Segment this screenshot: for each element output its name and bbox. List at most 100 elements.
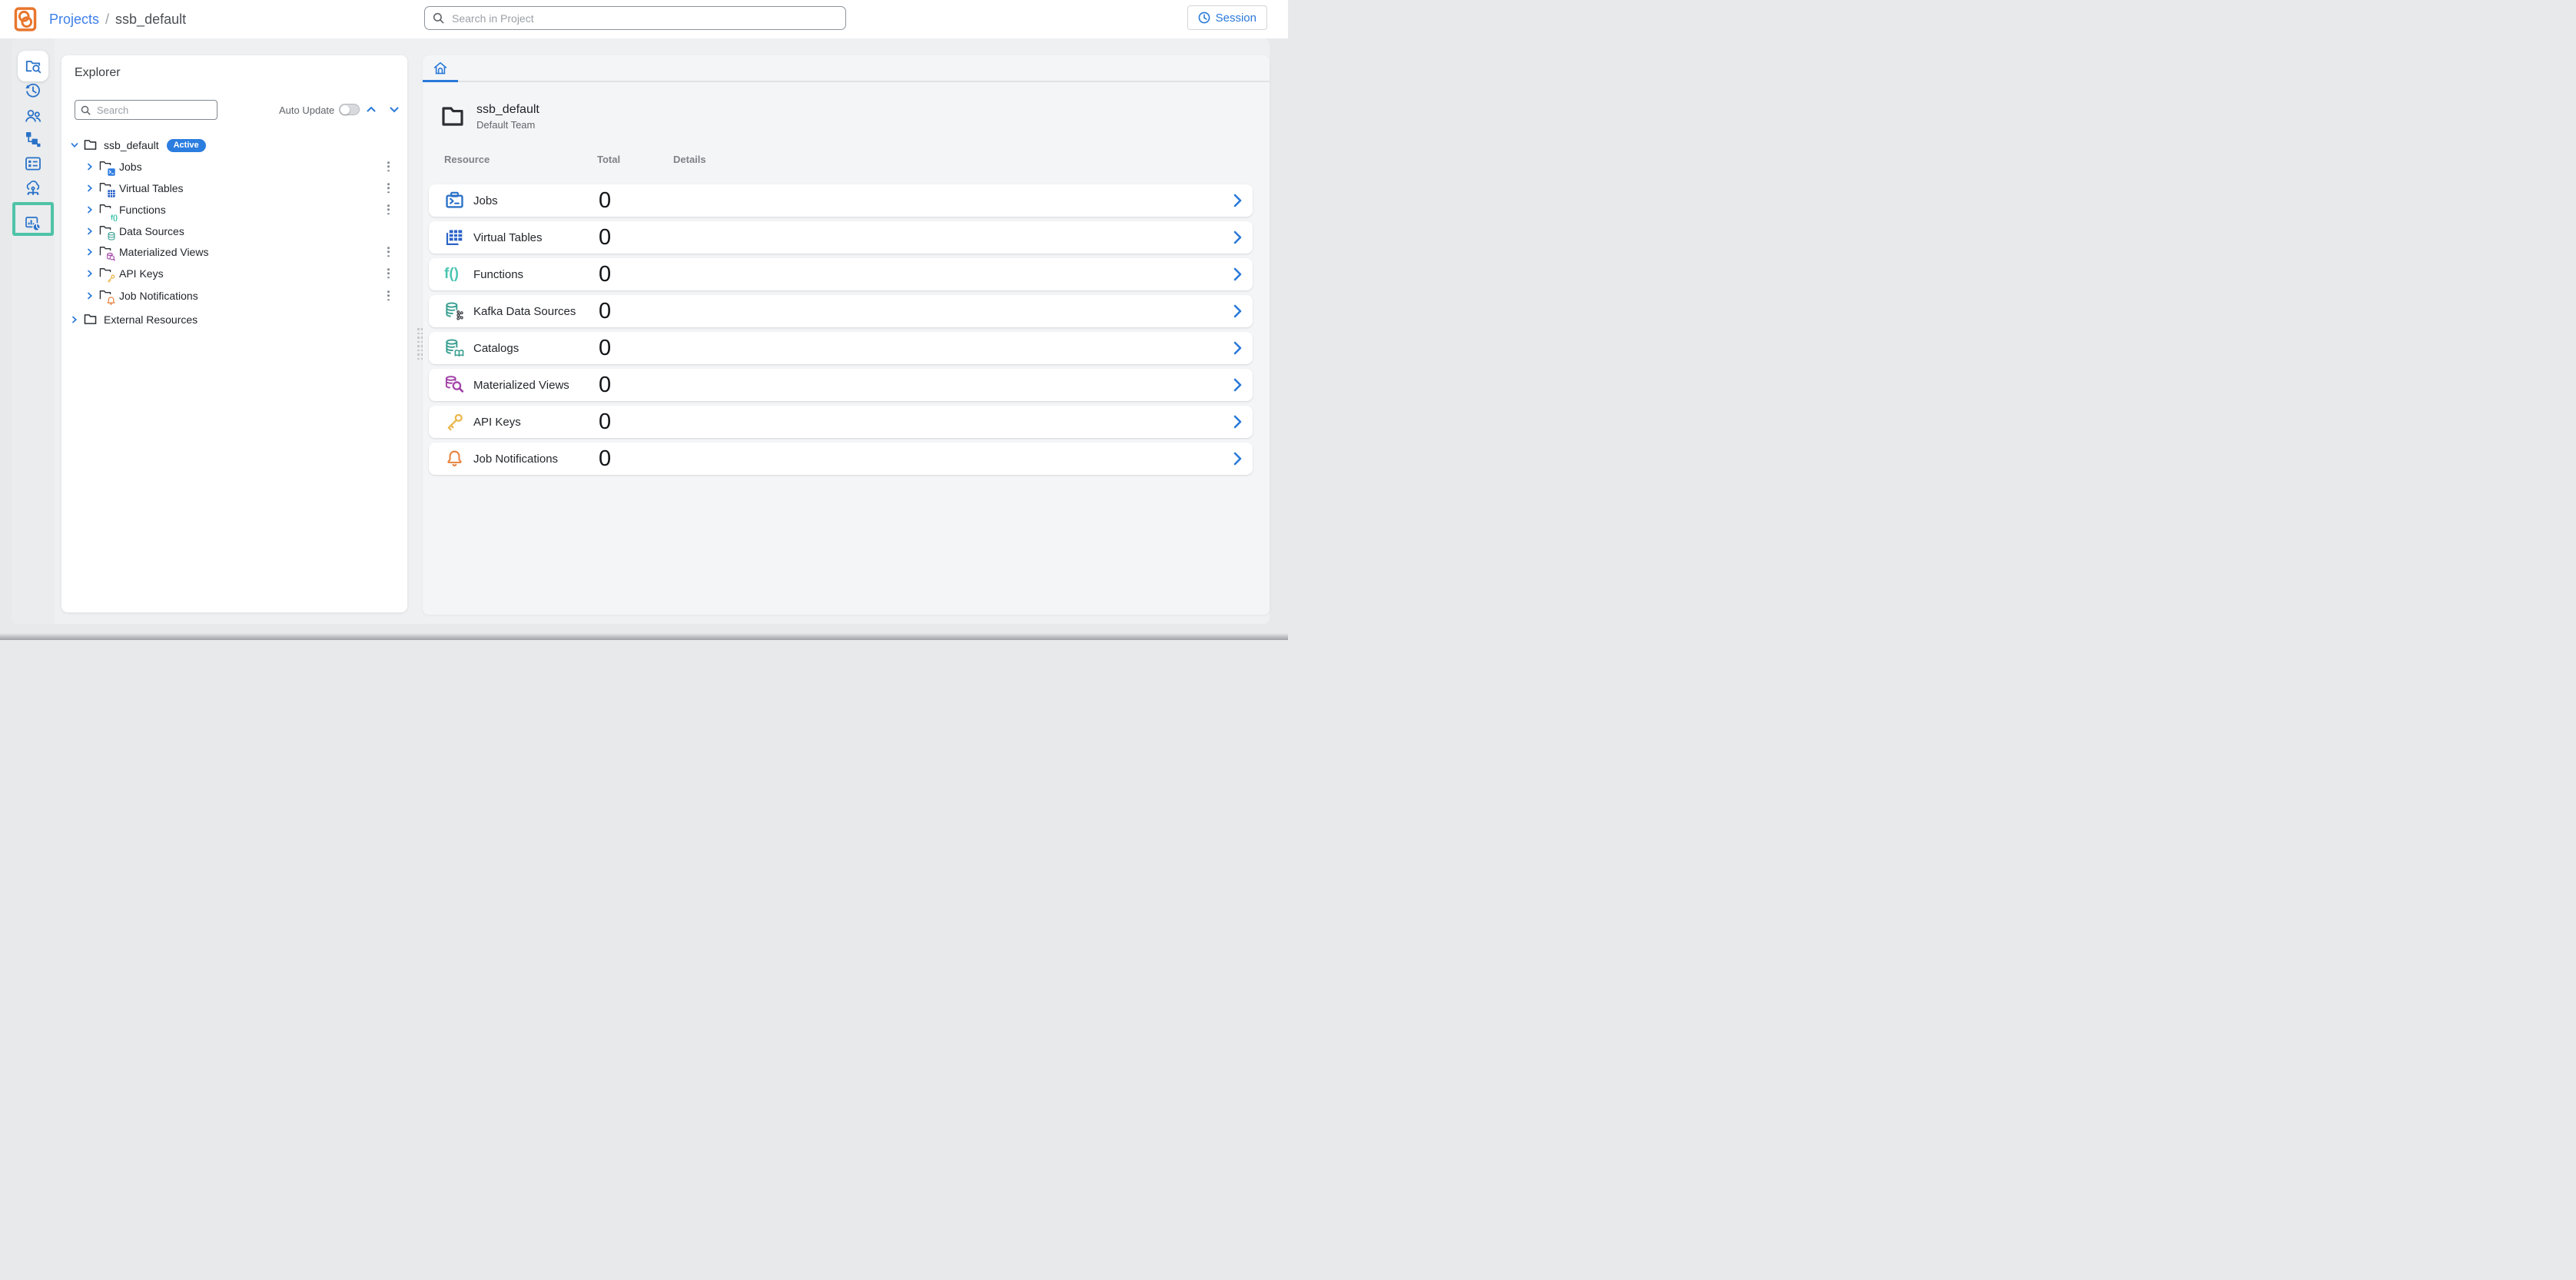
tree-item-label: Virtual Tables [119,182,184,194]
ssb-logo-icon[interactable] [13,7,38,32]
resource-row-functions[interactable]: f() Functions 0 [429,258,1253,290]
search-icon [433,12,444,24]
tree-item-virtual-tables[interactable]: Virtual Tables [61,178,407,198]
kebab-menu-icon[interactable] [383,159,393,174]
resource-label: Virtual Tables [473,231,543,244]
chevron-right-icon[interactable] [1233,267,1242,281]
chevron-right-icon[interactable] [1233,194,1242,207]
tree-item-materialized-views[interactable]: Materialized Views [61,242,407,262]
chevron-right-icon[interactable] [86,184,94,192]
tree-item-external-resources[interactable]: External Resources [61,310,407,330]
tree-item-data-sources[interactable]: Data Sources [61,221,407,241]
kebab-menu-icon[interactable] [383,202,393,217]
tab-home[interactable] [423,55,458,81]
catalogs-icon [444,338,465,358]
data-sources-folder-icon [99,225,113,237]
clock-icon [1198,12,1210,24]
chevron-right-icon[interactable] [86,270,94,277]
explorer-title: Explorer [75,66,121,80]
active-status-badge: Active [167,139,206,152]
main-panel: ssb_default Default Team Resource Total … [423,55,1270,615]
chevron-right-icon[interactable] [86,248,94,256]
resource-row-materialized-views[interactable]: Materialized Views 0 [429,369,1253,401]
tree-item-label: Jobs [119,161,142,173]
breadcrumb: Projects / ssb_default [49,0,186,38]
kafka-data-sources-icon [444,301,465,321]
expand-down-button[interactable] [389,104,400,114]
chevron-right-icon[interactable] [1233,341,1242,355]
tree-item-api-keys[interactable]: API Keys [61,264,407,284]
folder-icon [84,313,98,326]
kebab-menu-icon[interactable] [383,288,393,303]
project-name: ssb_default [476,103,539,117]
column-header-total: Total [597,154,620,165]
explorer-panel: Explorer Auto Update [61,55,407,612]
tree-item-label: Data Sources [119,225,184,237]
tree-item-label: ssb_default [104,139,159,151]
folder-icon [84,139,98,151]
project-search-box [424,6,846,30]
chevron-right-icon[interactable] [1233,230,1242,244]
functions-folder-icon: f() [99,204,113,216]
column-header-details: Details [673,154,706,165]
resource-total: 0 [599,443,611,475]
tree-item-project-root[interactable]: ssb_default Active [61,135,407,155]
chevron-right-icon[interactable] [86,227,94,235]
resource-row-api-keys[interactable]: API Keys 0 [429,406,1253,438]
chevron-down-icon[interactable] [71,141,78,149]
jobs-folder-icon [99,161,113,173]
kebab-menu-icon[interactable] [383,266,393,280]
resource-total: 0 [599,406,611,438]
project-search-input[interactable] [450,12,838,25]
virtual-tables-icon [444,227,465,247]
resource-total: 0 [599,332,611,364]
app-window: Projects / ssb_default Session [0,0,1288,640]
toggle-knob [340,105,350,114]
tree-item-label: External Resources [104,313,198,326]
explorer-search-input[interactable] [95,104,211,117]
rail-item-cloud[interactable] [18,172,48,203]
resource-row-catalogs[interactable]: Catalogs 0 [429,332,1253,364]
tree-item-functions[interactable]: f() Functions [61,200,407,220]
job-notifications-icon [444,449,465,469]
resource-row-virtual-tables[interactable]: Virtual Tables 0 [429,221,1253,254]
users-icon [25,108,41,124]
tree-item-label: Job Notifications [119,290,198,302]
chevron-right-icon[interactable] [1233,452,1242,466]
column-header-resource: Resource [444,154,490,165]
materialized-views-icon [444,375,465,395]
tree-item-job-notifications[interactable]: Job Notifications [61,286,407,306]
left-icon-rail [12,38,55,624]
materialized-views-folder-icon [99,246,113,258]
kebab-menu-icon[interactable] [383,181,393,195]
functions-icon: f() [444,264,465,284]
resource-row-job-notifications[interactable]: Job Notifications 0 [429,443,1253,475]
resource-label: Jobs [473,194,498,207]
chevron-right-icon[interactable] [1233,304,1242,318]
resource-total: 0 [599,295,611,327]
collapse-up-button[interactable] [366,104,377,114]
chevron-right-icon[interactable] [1233,415,1242,429]
job-notifications-folder-icon [99,290,113,302]
resource-total: 0 [599,221,611,254]
chevron-right-icon[interactable] [86,206,94,214]
resource-total: 0 [599,184,611,217]
api-keys-icon [444,412,465,432]
project-folder-icon [441,106,464,127]
home-icon [433,61,447,75]
resource-row-kafka-data-sources[interactable]: Kafka Data Sources 0 [429,295,1253,327]
tree-item-jobs[interactable]: Jobs [61,157,407,177]
kebab-menu-icon[interactable] [383,244,393,259]
functions-badge-icon: f() [111,214,118,221]
resource-total: 0 [599,369,611,401]
chevron-right-icon[interactable] [86,163,94,171]
tree-item-label: Materialized Views [119,246,208,258]
auto-update-toggle[interactable] [339,104,360,115]
session-button[interactable]: Session [1187,5,1267,30]
resource-row-jobs[interactable]: Jobs 0 [429,184,1253,217]
chevron-right-icon[interactable] [1233,378,1242,392]
chevron-right-icon[interactable] [86,292,94,300]
resource-label: Functions [473,268,523,281]
breadcrumb-projects-link[interactable]: Projects [49,12,99,28]
chevron-right-icon[interactable] [71,316,78,323]
